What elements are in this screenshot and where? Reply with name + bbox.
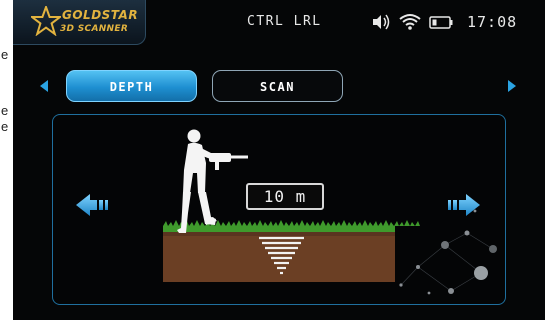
device-screen: GOLDSTAR 3D SCANNER CTRL LRL 17:08 DEPTH… bbox=[13, 0, 545, 320]
wifi-icon bbox=[399, 14, 421, 30]
star-logo-icon bbox=[31, 6, 61, 36]
arrow-right-icon[interactable] bbox=[445, 193, 481, 217]
tab-scan[interactable]: SCAN bbox=[212, 70, 343, 102]
side-text-2: e bbox=[1, 103, 9, 118]
grass-layer bbox=[163, 220, 420, 232]
operator-figure bbox=[177, 129, 217, 233]
side-text-1: e bbox=[1, 47, 9, 62]
side-text-3: e bbox=[1, 119, 9, 134]
logo: GOLDSTAR 3D SCANNER bbox=[13, 0, 146, 45]
logo-title: GOLDSTAR bbox=[62, 8, 139, 22]
speaker-icon bbox=[373, 14, 390, 30]
battery-icon bbox=[429, 16, 453, 29]
network-decoration bbox=[399, 209, 497, 295]
clock: 17:08 bbox=[467, 13, 518, 31]
mode-label: CTRL LRL bbox=[247, 14, 322, 29]
status-icons bbox=[373, 14, 453, 30]
detector-device bbox=[209, 153, 248, 170]
depth-value-display: 10 m bbox=[246, 183, 324, 210]
scan-scene bbox=[163, 129, 497, 295]
logo-subtitle: 3D SCANNER bbox=[60, 24, 129, 34]
triangle-left-icon[interactable] bbox=[39, 79, 49, 93]
triangle-right-icon[interactable] bbox=[507, 79, 517, 93]
arrow-left-icon[interactable] bbox=[75, 193, 111, 217]
tab-depth[interactable]: DEPTH bbox=[66, 70, 197, 102]
top-bar: GOLDSTAR 3D SCANNER CTRL LRL 17:08 bbox=[13, 0, 545, 46]
